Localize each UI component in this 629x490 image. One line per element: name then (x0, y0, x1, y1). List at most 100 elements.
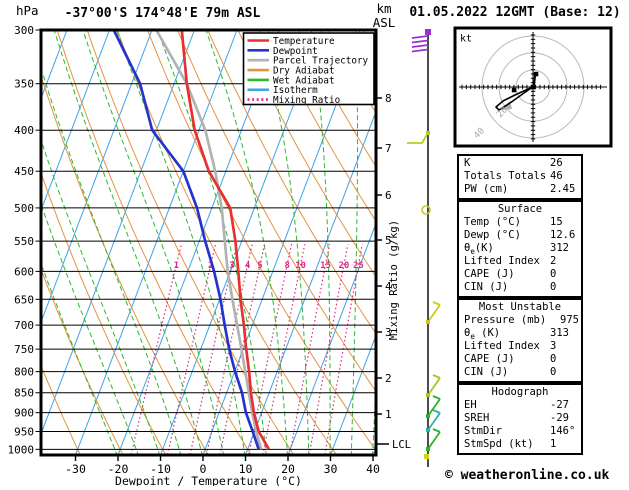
pressure-tick-label: 550 (14, 235, 34, 248)
index-label: CIN (J) (464, 281, 550, 294)
index-value: 12.6 (550, 229, 575, 242)
table-row: CAPE (J)0 (459, 353, 581, 366)
wind-barb (412, 45, 428, 47)
isotherm-line (76, 30, 238, 455)
datetime-title: 01.05.2022 12GMT (Base: 12) (404, 5, 626, 20)
index-label: K (464, 157, 550, 170)
index-value: 146° (550, 425, 575, 438)
index-value: -29 (550, 412, 569, 425)
table-row: Totals Totals46 (459, 170, 581, 183)
lcl-label: LCL (392, 439, 411, 451)
x-axis-title: Dewpoint / Temperature (°C) (115, 474, 302, 486)
location-title: -37°00'S 174°48'E 79m ASL (50, 6, 275, 21)
index-label: Lifted Index (464, 340, 550, 353)
wind-barb (412, 36, 428, 38)
legend: TemperatureDewpointParcel TrajectoryDry … (244, 33, 375, 106)
table-row: Pressure (mb)975 (459, 314, 581, 327)
wind-barb (428, 305, 440, 322)
pressure-tick-label: 300 (14, 24, 34, 37)
index-value: 3 (550, 340, 556, 353)
table-row: CAPE (J)0 (459, 268, 581, 281)
pressure-tick-label: 600 (14, 265, 34, 278)
panel-title: Surface (459, 203, 581, 216)
isotherm-line (33, 30, 195, 455)
table-row: StmSpd (kt)1 (459, 438, 581, 451)
km-tick-label: 8 (385, 92, 392, 105)
index-label: Lifted Index (464, 255, 550, 268)
index-label: Temp (°C) (464, 216, 550, 229)
pressure-tick-label: 700 (14, 319, 34, 332)
pressure-tick-label: 950 (14, 425, 34, 438)
index-label: StmDir (464, 425, 550, 438)
table-row: θe (K)313 (459, 327, 581, 340)
wind-barb (433, 410, 440, 413)
index-label: CAPE (J) (464, 353, 550, 366)
index-value: 2.45 (550, 183, 575, 196)
pressure-tick-label: 400 (14, 124, 34, 137)
hodograph-marker (534, 72, 539, 77)
mixing-ratio-label: 4 (245, 261, 251, 271)
km-tick-label: 1 (385, 408, 392, 421)
wind-barb (407, 133, 428, 143)
panel-title: Most Unstable (459, 301, 581, 314)
panel-title: Hodograph (459, 386, 581, 399)
table-row: θe(K)312 (459, 242, 581, 255)
theta-e-label: θe(K) (464, 242, 550, 255)
index-value: 0 (550, 366, 556, 379)
index-label: PW (cm) (464, 183, 550, 196)
altitude-unit-km: km (371, 1, 397, 16)
wind-barb (428, 399, 440, 416)
wind-barb (425, 29, 431, 35)
hodograph-marker (512, 88, 517, 93)
index-label: EH (464, 399, 550, 412)
hodograph-marker (531, 85, 536, 90)
mixing-ratio-label: 3 (229, 261, 234, 271)
temperature-tick-label: 40 (366, 462, 380, 476)
index-value: 312 (550, 242, 569, 255)
index-label: SREH (464, 412, 550, 425)
calm-wind-circle (422, 206, 430, 214)
pressure-tick-label: 450 (14, 165, 34, 178)
wind-barb (433, 396, 440, 399)
index-value: 26 (550, 157, 563, 170)
index-value: 0 (550, 353, 556, 366)
table-row: Dewp (°C)12.6 (459, 229, 581, 242)
pressure-tick-label: 750 (14, 343, 34, 356)
table-row: PW (cm)2.45 (459, 183, 581, 196)
wind-barb (428, 378, 440, 395)
pressure-tick-label: 800 (14, 366, 34, 379)
mixing-ratio-label: 10 (295, 261, 306, 271)
km-tick-label: 6 (385, 189, 392, 202)
table-row: Lifted Index2 (459, 255, 581, 268)
wind-barb (433, 375, 440, 378)
wind-barb (433, 429, 440, 432)
table-row: SREH-29 (459, 412, 581, 425)
pressure-tick-label: 850 (14, 387, 34, 400)
index-value: 1 (550, 438, 556, 451)
temperature-tick-label: 30 (324, 462, 338, 476)
table-row: K26 (459, 157, 581, 170)
surface-panel: Surface Temp (°C)15 Dewp (°C)12.6 θe(K)3… (457, 200, 583, 298)
wind-barb (428, 432, 440, 449)
index-value: 46 (550, 170, 563, 183)
index-value: 0 (550, 281, 556, 294)
table-row: CIN (J)0 (459, 366, 581, 379)
km-tick-label: 2 (385, 372, 392, 385)
temperature-tick-label: -30 (65, 462, 86, 476)
table-row: StmDir146° (459, 425, 581, 438)
pressure-tick-label: 900 (14, 407, 34, 420)
mixing-ratio-label: 5 (257, 261, 262, 271)
wind-barb (412, 50, 428, 52)
wind-barb (424, 454, 429, 459)
km-tick-label: 7 (385, 142, 392, 155)
table-row: Lifted Index3 (459, 340, 581, 353)
altitude-unit-asl: ASL (368, 15, 400, 30)
index-label: CAPE (J) (464, 268, 550, 281)
index-value: 0 (550, 268, 556, 281)
pressure-tick-label: 650 (14, 293, 34, 306)
wind-barb-column (407, 29, 440, 467)
copyright-credit: © weatheronline.co.uk (445, 468, 609, 483)
mixing-ratio-label: 25 (353, 261, 364, 271)
index-value: 2 (550, 255, 556, 268)
legend-label: Mixing Ratio (273, 95, 340, 106)
